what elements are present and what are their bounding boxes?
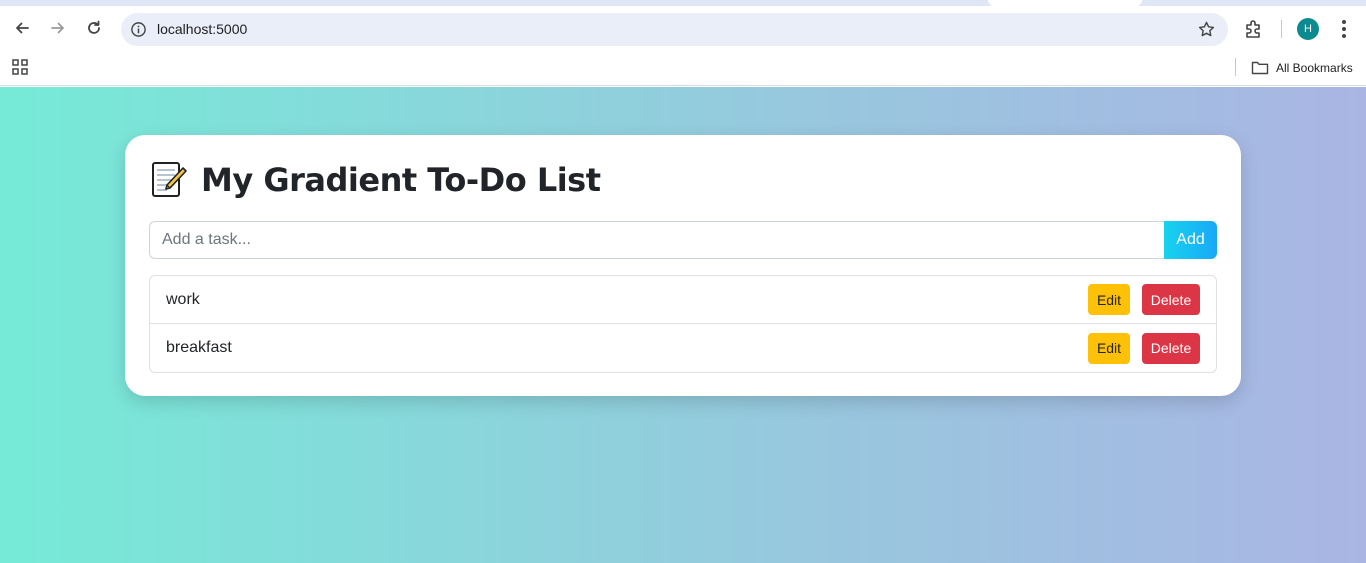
bookmarks-divider: [1235, 58, 1236, 76]
memo-icon: [152, 162, 187, 197]
delete-button[interactable]: Delete: [1142, 332, 1200, 364]
add-button[interactable]: Add: [1164, 221, 1217, 259]
todo-card: My Gradient To-Do List Add work Edit Del…: [125, 135, 1241, 396]
kebab-menu-icon[interactable]: [1334, 17, 1354, 41]
all-bookmarks-button[interactable]: All Bookmarks: [1251, 57, 1353, 79]
puzzle-icon[interactable]: [1243, 18, 1265, 40]
reload-icon: [88, 20, 100, 34]
bookmarks-bar: All Bookmarks: [0, 52, 1366, 86]
task-item: work Edit Delete: [150, 276, 1216, 324]
all-bookmarks-label: All Bookmarks: [1276, 61, 1353, 75]
task-list: work Edit Delete breakfast Edit Delete: [149, 275, 1217, 373]
profile-avatar[interactable]: H: [1297, 18, 1319, 40]
task-input[interactable]: [149, 221, 1164, 259]
address-bar[interactable]: localhost:5000: [121, 13, 1228, 46]
page-title: My Gradient To-Do List: [201, 161, 601, 199]
title-row: My Gradient To-Do List: [149, 159, 601, 201]
edit-button[interactable]: Edit: [1088, 284, 1130, 315]
apps-grid-icon[interactable]: [11, 58, 29, 76]
forward-button[interactable]: [43, 13, 73, 43]
page-viewport: My Gradient To-Do List Add work Edit Del…: [0, 87, 1366, 563]
url-text[interactable]: localhost:5000: [157, 21, 247, 37]
delete-button[interactable]: Delete: [1142, 284, 1200, 315]
task-text: breakfast: [166, 339, 232, 356]
back-button[interactable]: [7, 13, 37, 43]
task-text: work: [166, 290, 200, 308]
task-item: breakfast Edit Delete: [150, 324, 1216, 372]
folder-icon: [1251, 61, 1269, 75]
reload-button[interactable]: [79, 13, 109, 43]
back-arrow-icon: [16, 22, 29, 34]
edit-button[interactable]: Edit: [1088, 332, 1130, 364]
add-task-group: Add: [149, 221, 1217, 259]
forward-arrow-icon: [51, 22, 64, 34]
toolbar-divider: [1281, 20, 1282, 38]
star-icon[interactable]: [1197, 20, 1216, 39]
browser-toolbar: localhost:5000 H: [0, 6, 1366, 52]
site-info-icon[interactable]: [129, 20, 148, 39]
